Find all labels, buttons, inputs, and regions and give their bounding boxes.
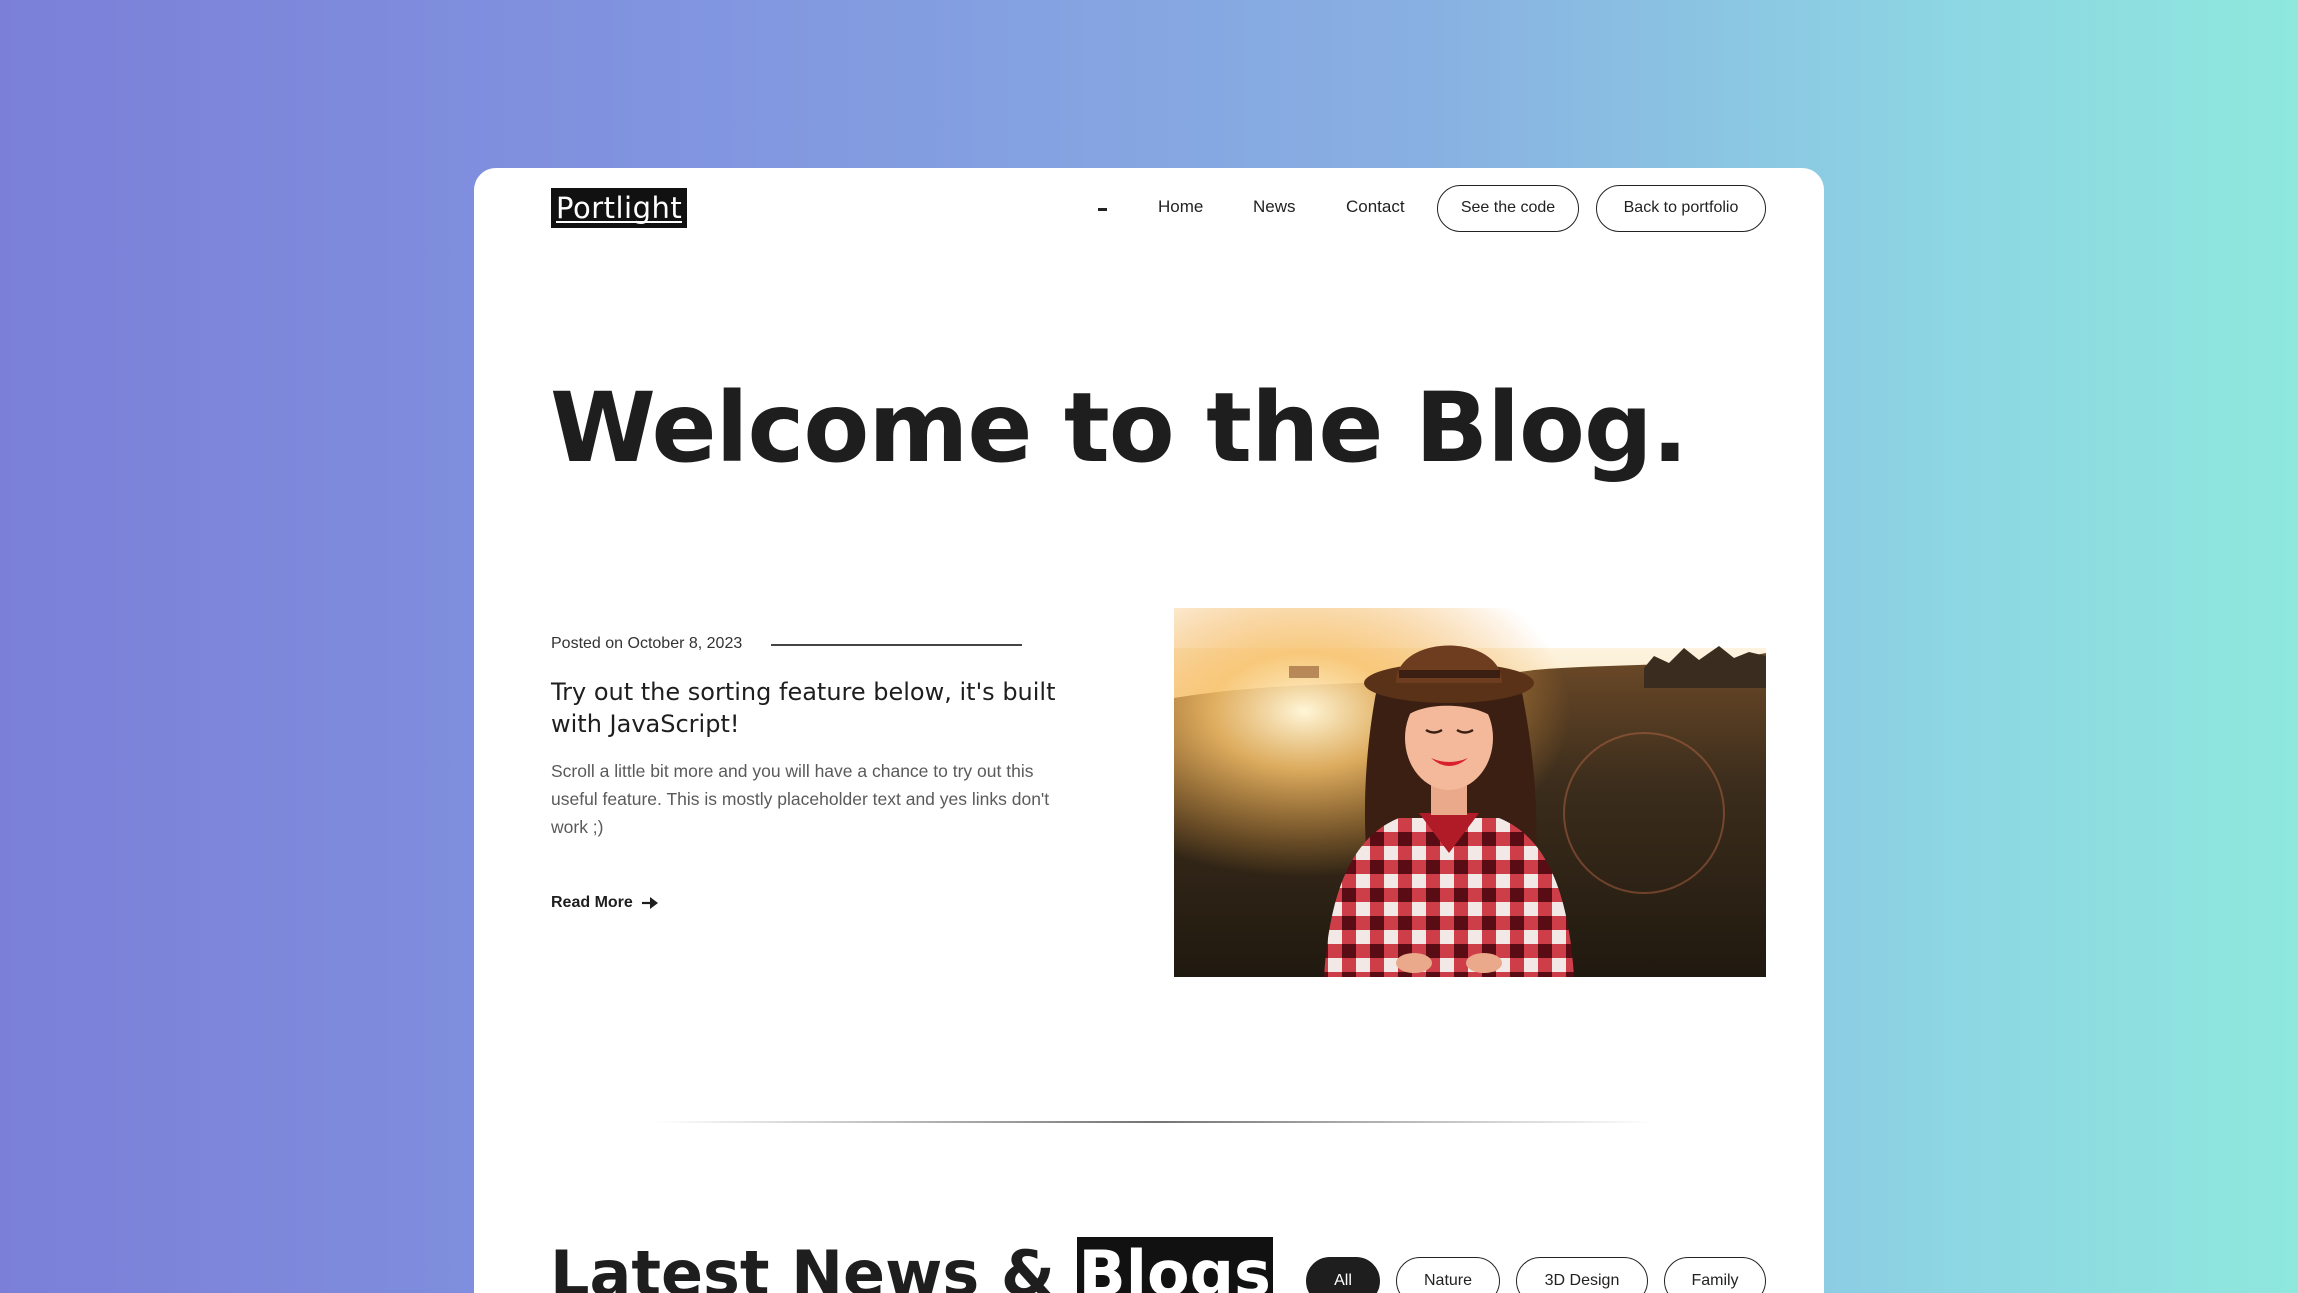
page-title: Welcome to the Blog.: [550, 372, 1688, 484]
nav-link-contact[interactable]: Contact: [1346, 195, 1405, 219]
nav-link-home[interactable]: Home: [1158, 195, 1203, 219]
see-the-code-button[interactable]: See the code: [1437, 185, 1579, 232]
arrow-right-icon: [641, 897, 658, 909]
section-divider: [654, 1121, 1654, 1123]
post-date: Posted on October 8, 2023: [551, 635, 743, 652]
latest-title-text: Latest News &: [550, 1237, 1077, 1293]
filter-3d-design-button[interactable]: 3D Design: [1516, 1257, 1648, 1293]
filter-family-button[interactable]: Family: [1664, 1257, 1766, 1293]
back-to-portfolio-button[interactable]: Back to portfolio: [1596, 185, 1766, 232]
read-more-label: Read More: [551, 894, 633, 911]
nav-dash-icon: [1098, 208, 1107, 211]
woman-in-field-photo[interactable]: [1174, 608, 1766, 977]
filter-nature-button[interactable]: Nature: [1396, 1257, 1500, 1293]
latest-title-highlight: Blogs: [1076, 1237, 1273, 1293]
post-title[interactable]: Try out the sorting feature below, it's …: [551, 676, 1071, 740]
browser-page: Portlight Home News Contact See the code…: [474, 168, 1824, 1293]
site-logo[interactable]: Portlight: [551, 188, 688, 228]
filter-all-button[interactable]: All: [1306, 1257, 1380, 1293]
read-more-link[interactable]: Read More: [551, 892, 659, 914]
latest-section-title: Latest News & Blogs: [550, 1234, 1273, 1293]
meta-divider-line: [771, 644, 1022, 646]
post-excerpt: Scroll a little bit more and you will ha…: [551, 761, 1050, 837]
nav-link-news[interactable]: News: [1253, 195, 1296, 219]
